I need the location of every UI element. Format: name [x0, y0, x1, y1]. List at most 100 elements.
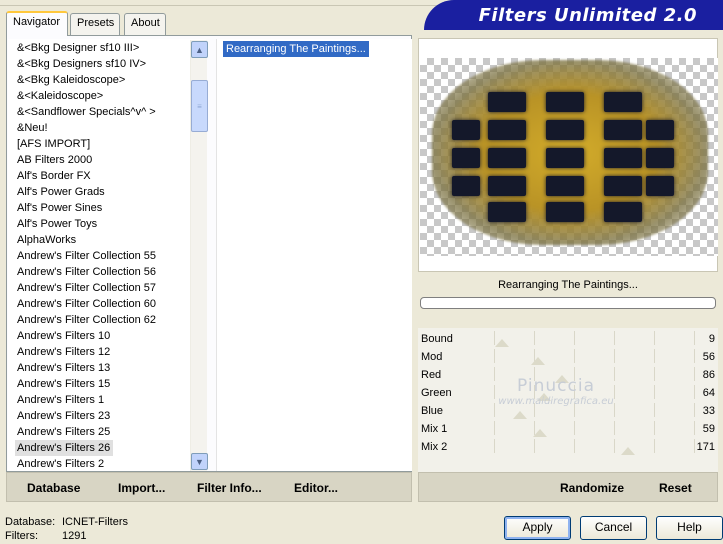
database-button[interactable]: Database — [27, 481, 80, 495]
slider-tick — [534, 439, 535, 453]
help-button[interactable]: Help — [656, 516, 723, 540]
randomize-button[interactable]: Randomize — [560, 481, 624, 495]
slider-tick — [694, 349, 695, 363]
category-list[interactable]: &<Bkg Designer sf10 III> &<Bkg Designers … — [8, 39, 206, 471]
category-item[interactable]: &<Sandflower Specials^v^ > — [15, 104, 159, 120]
parameter-slider-thumb[interactable] — [495, 339, 509, 347]
preview-tile — [546, 120, 584, 140]
scroll-down-button[interactable]: ▼ — [191, 453, 208, 470]
category-item[interactable]: &<Kaleidoscope> — [15, 88, 106, 104]
category-item[interactable]: AB Filters 2000 — [15, 152, 95, 168]
category-item[interactable]: Alf's Power Grads — [15, 184, 108, 200]
category-item[interactable]: Andrew's Filter Collection 62 — [15, 312, 159, 328]
slider-tick — [694, 367, 695, 381]
slider-tick — [694, 385, 695, 399]
slider-tick — [694, 331, 695, 345]
category-item[interactable]: Alf's Power Toys — [15, 216, 100, 232]
slider-tick — [574, 421, 575, 435]
parameter-row[interactable]: Mod 56 — [418, 348, 718, 366]
parameter-slider-track[interactable] — [494, 349, 695, 365]
category-item[interactable]: Alf's Power Sines — [15, 200, 105, 216]
parameter-name: Mix 1 — [421, 423, 448, 435]
filter-item-selected[interactable]: Rearranging The Paintings... — [223, 41, 369, 57]
category-item[interactable]: Alf's Border FX — [15, 168, 94, 184]
import-button[interactable]: Import... — [118, 481, 165, 495]
parameter-row[interactable]: Mix 2 171 — [418, 438, 718, 456]
category-item[interactable]: &<Bkg Designers sf10 IV> — [15, 56, 149, 72]
slider-tick — [574, 439, 575, 453]
category-item[interactable]: Andrew's Filters 23 — [15, 408, 113, 424]
preview-tile — [452, 176, 480, 196]
category-item[interactable]: Andrew's Filter Collection 56 — [15, 264, 159, 280]
slider-tick — [654, 331, 655, 345]
parameter-row[interactable]: Mix 1 59 — [418, 420, 718, 438]
preview-tile — [546, 148, 584, 168]
scroll-up-button[interactable]: ▲ — [191, 41, 208, 58]
filter-info-button[interactable]: Filter Info... — [197, 481, 262, 495]
category-item[interactable]: Andrew's Filters 15 — [15, 376, 113, 392]
preview-tile — [488, 148, 526, 168]
tab-navigator[interactable]: Navigator — [6, 11, 68, 36]
preview-tile — [604, 176, 642, 196]
preview-tile — [452, 120, 480, 140]
slider-tick — [494, 439, 495, 453]
category-item[interactable]: Andrew's Filter Collection 60 — [15, 296, 159, 312]
category-item[interactable]: Andrew's Filters 25 — [15, 424, 113, 440]
app-banner: Filters Unlimited 2.0 — [424, 0, 723, 30]
parameter-slider-track[interactable] — [494, 331, 695, 347]
parameter-name: Green — [421, 387, 452, 399]
slider-tick — [614, 349, 615, 363]
filter-list[interactable]: Rearranging The Paintings... — [216, 39, 412, 471]
category-item[interactable]: &Neu! — [15, 120, 51, 136]
editor-button[interactable]: Editor... — [294, 481, 338, 495]
parameter-slider-thumb[interactable] — [531, 357, 545, 365]
preview-tile — [604, 120, 642, 140]
parameter-slider-thumb[interactable] — [621, 447, 635, 455]
category-item[interactable]: &<Bkg Designer sf10 III> — [15, 40, 142, 56]
parameter-slider-track[interactable] — [494, 421, 695, 437]
category-item[interactable]: AlphaWorks — [15, 232, 79, 248]
category-item[interactable]: Andrew's Filters 13 — [15, 360, 113, 376]
category-item[interactable]: Andrew's Filters 10 — [15, 328, 113, 344]
reset-button[interactable]: Reset — [659, 481, 692, 495]
category-item[interactable]: Andrew's Filter Collection 55 — [15, 248, 159, 264]
preview-tile — [488, 176, 526, 196]
category-item[interactable]: &<Bkg Kaleidoscope> — [15, 72, 128, 88]
cancel-button[interactable]: Cancel — [580, 516, 647, 540]
category-item[interactable]: Andrew's Filters 26 — [15, 440, 114, 456]
filters-count-label: Filters: — [5, 530, 38, 542]
preview-tile — [488, 92, 526, 112]
slider-tick — [694, 421, 695, 435]
category-item[interactable]: Andrew's Filters 1 — [15, 392, 107, 408]
category-item[interactable]: Andrew's Filter Collection 57 — [15, 280, 159, 296]
parameter-name: Mod — [421, 351, 443, 363]
parameter-slider-thumb[interactable] — [533, 429, 547, 437]
category-item[interactable]: [AFS IMPORT] — [15, 136, 93, 152]
apply-button[interactable]: Apply — [504, 516, 571, 540]
slider-tick — [494, 349, 495, 363]
parameter-row[interactable]: Bound 9 — [418, 330, 718, 348]
category-item[interactable]: Andrew's Filters 12 — [15, 344, 113, 360]
tab-presets[interactable]: Presets — [70, 13, 120, 35]
preview-tile — [488, 202, 526, 222]
slider-tick — [654, 385, 655, 399]
parameter-value: 59 — [702, 423, 715, 435]
category-item[interactable]: Andrew's Filters 2 — [15, 456, 107, 472]
category-scrollbar[interactable]: ▲ ≡ ▼ — [190, 40, 208, 471]
preview-tile — [546, 176, 584, 196]
parameter-slider-track[interactable] — [494, 439, 695, 455]
parameter-value: 33 — [702, 405, 715, 417]
scroll-thumb[interactable]: ≡ — [191, 80, 208, 132]
parameter-slider-thumb[interactable] — [513, 411, 527, 419]
slider-tick — [614, 439, 615, 453]
preview-tile — [546, 202, 584, 222]
left-button-bar: Database Import... Filter Info... Editor… — [6, 472, 412, 502]
app-title: Filters Unlimited 2.0 — [478, 5, 697, 26]
tab-about[interactable]: About — [124, 13, 166, 35]
chevron-up-icon: ▲ — [195, 44, 204, 55]
chevron-down-icon: ▼ — [195, 456, 204, 467]
preview-tile — [646, 148, 674, 168]
database-label: Database: — [5, 516, 56, 528]
watermark-title: Pinuccia — [517, 376, 595, 396]
right-button-bar: Randomize Reset — [418, 472, 718, 502]
